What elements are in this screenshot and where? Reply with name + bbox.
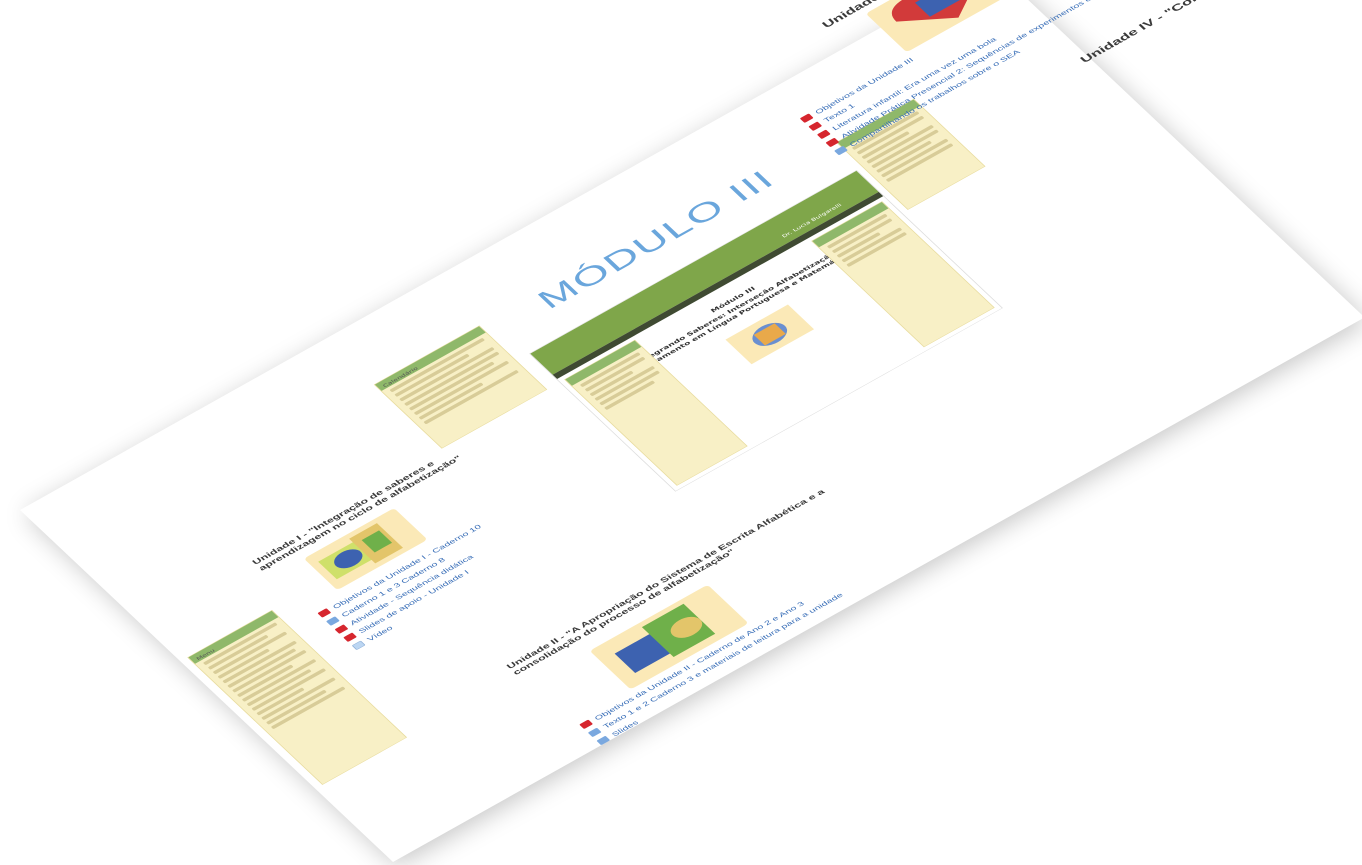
unit4-title: Unidade IV - "Consolidação do Projeto Di…: [1078, 0, 1362, 65]
pdf-icon: [808, 121, 823, 132]
isometric-stage: Menu Unidade I - "Integração de saberes …: [0, 0, 1362, 862]
unit3-list: Objetivos da Unidade III Texto 1 Literat…: [799, 0, 1145, 159]
video-icon: [351, 640, 366, 651]
embedded-course-screenshot: Dr. Lucia Bulgarelli Módulo III Integran…: [529, 170, 1003, 492]
calendar-panel: Calendário: [373, 325, 548, 449]
pdf-icon: [799, 113, 814, 123]
embedded-right-column: [811, 201, 995, 348]
doc-icon: [834, 145, 848, 156]
pdf-icon: [816, 129, 831, 140]
doc-icon: [596, 735, 611, 746]
embedded-left-column: [564, 339, 748, 486]
unit1-item[interactable]: Vídeo: [351, 555, 517, 651]
pdf-icon: [579, 719, 594, 730]
pdf-icon: [317, 608, 332, 618]
pdf-icon: [343, 632, 358, 643]
pdf-icon: [825, 137, 840, 148]
course-page-board: Menu Unidade I - "Integração de saberes …: [20, 0, 1362, 862]
pdf-icon: [334, 624, 349, 634]
doc-icon: [325, 616, 340, 626]
doc-icon: [587, 727, 602, 738]
